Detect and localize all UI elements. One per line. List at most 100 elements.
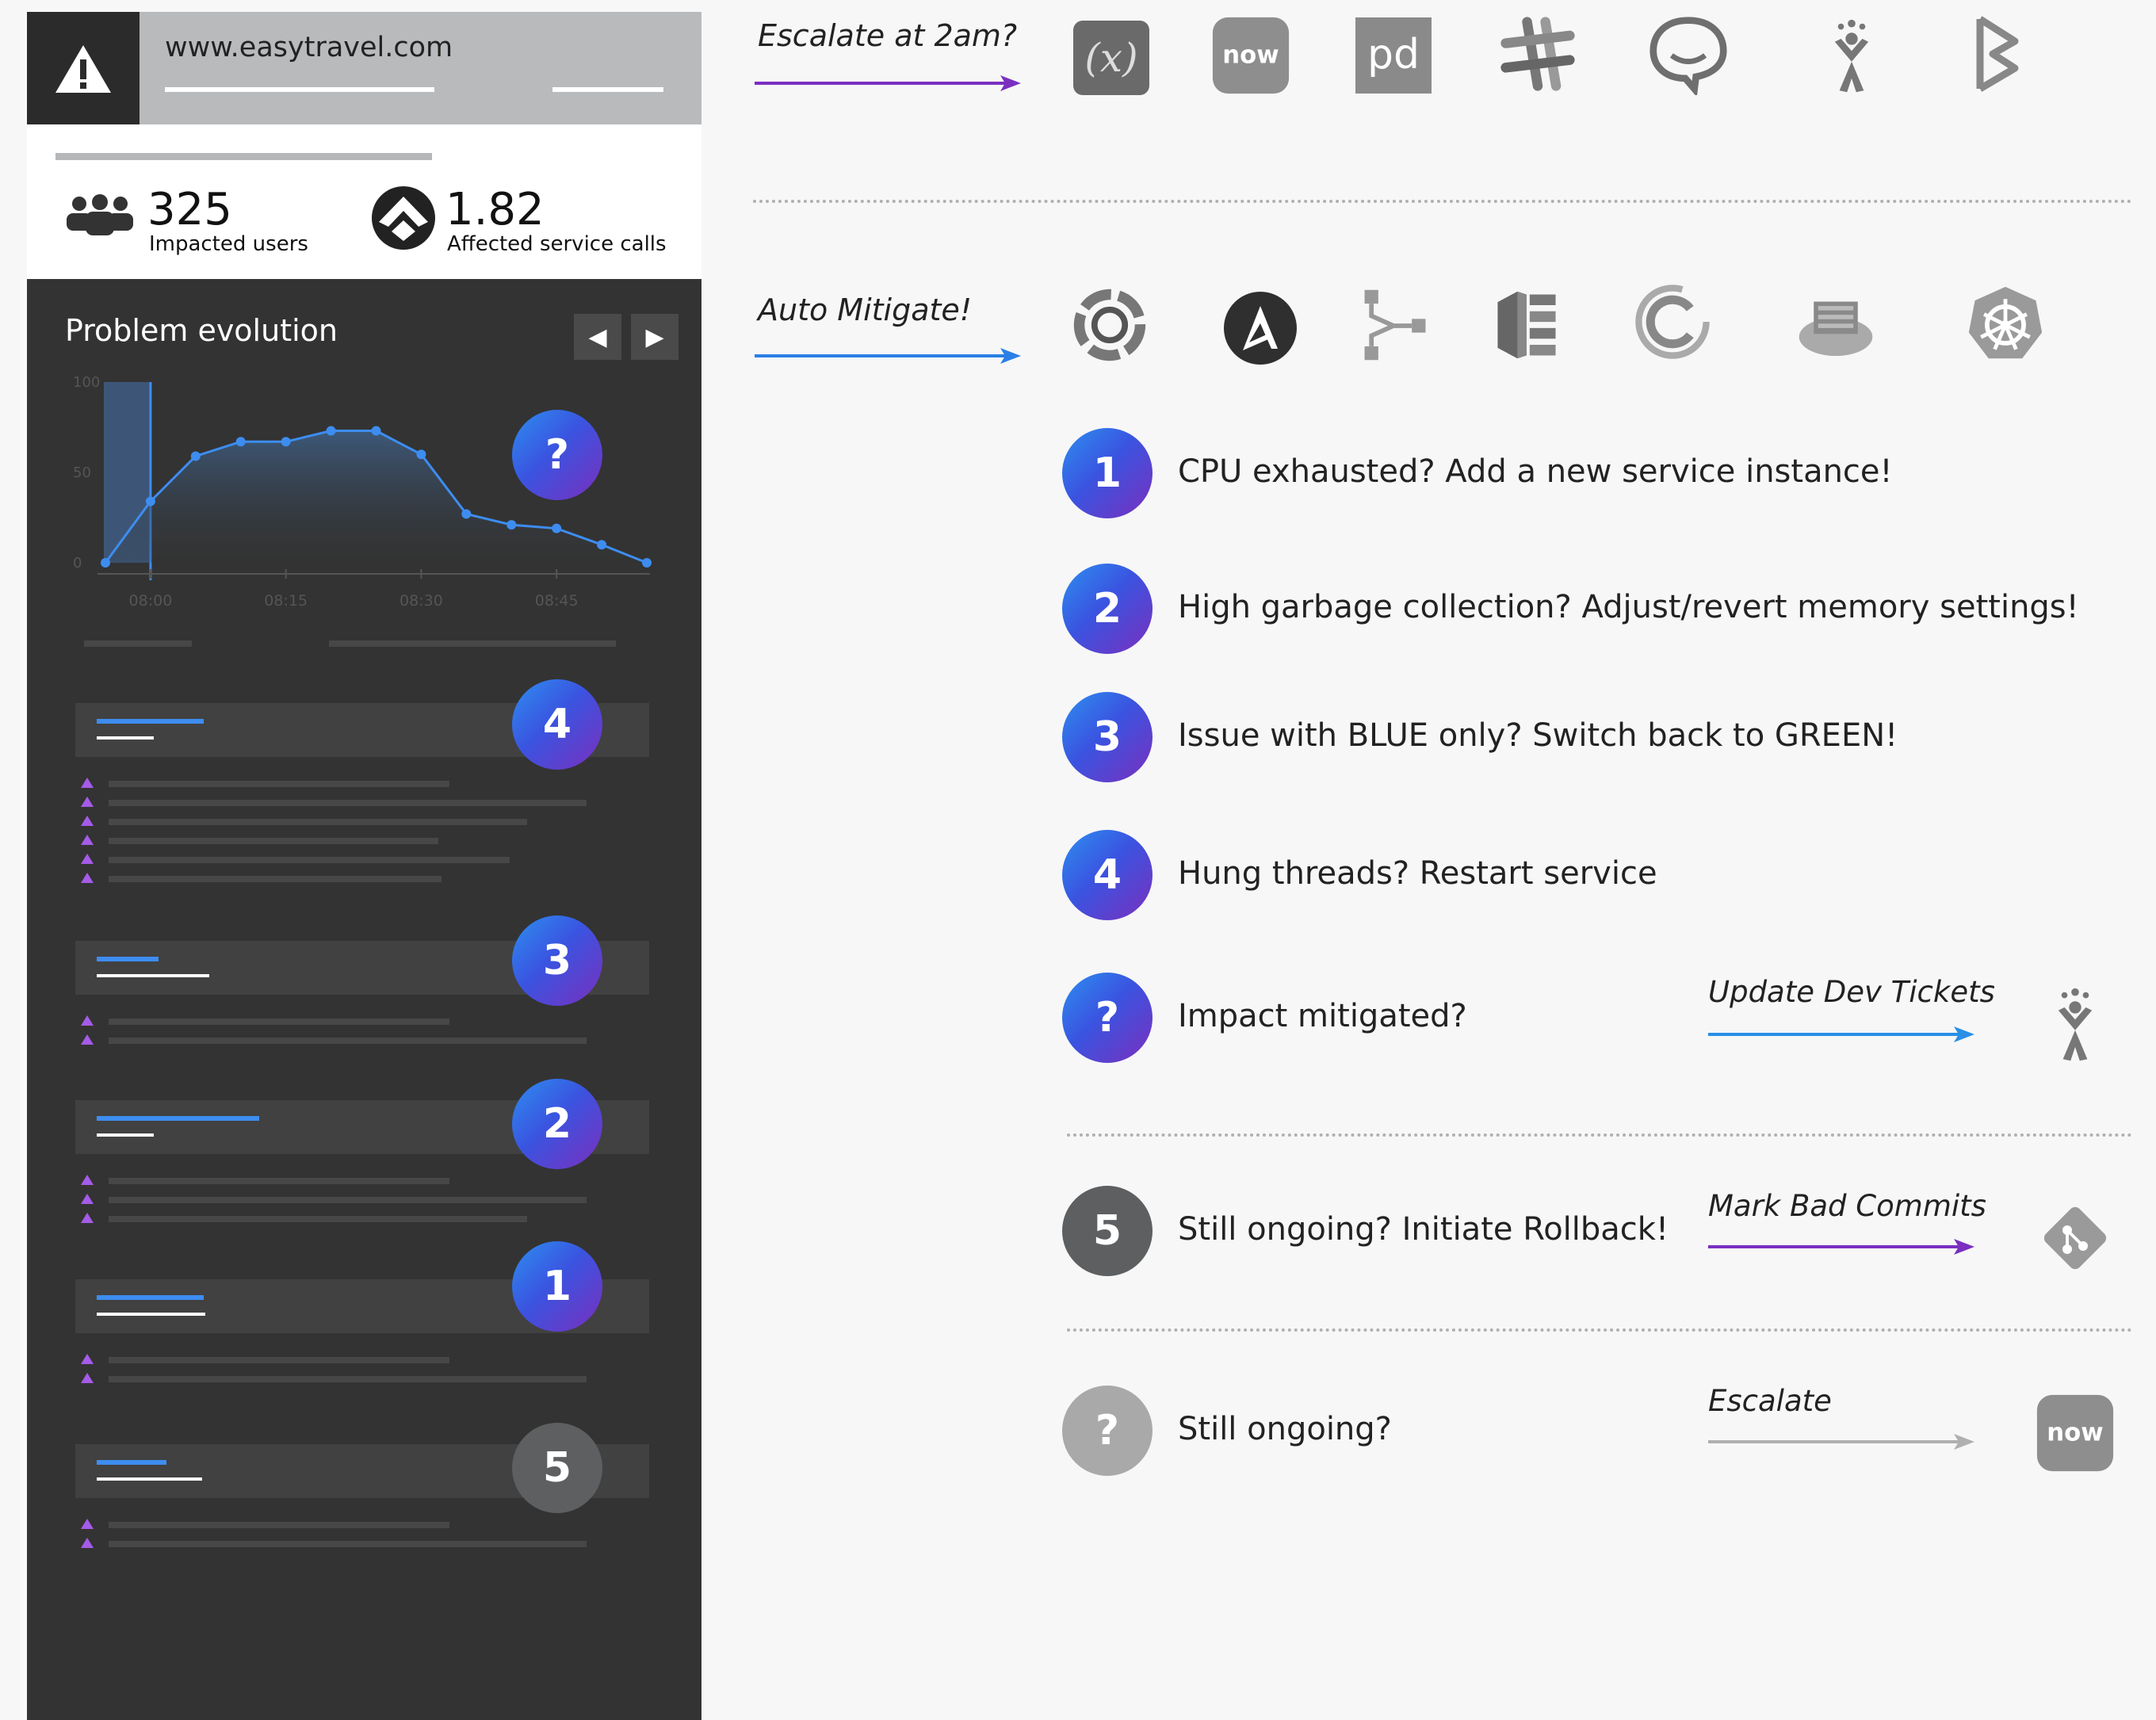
event-marker-icon <box>81 854 94 864</box>
step-badge-5[interactable]: ? <box>1062 973 1153 1063</box>
step-text-7: Still ongoing? <box>1178 1411 1392 1447</box>
chart-point <box>507 520 517 530</box>
service-calls-label: Affected service calls <box>447 232 667 256</box>
event-badge-4[interactable]: 4 <box>512 679 602 770</box>
event-marker-icon <box>81 1519 94 1529</box>
event-detail-line <box>109 1522 449 1528</box>
cloud-function-icon[interactable] <box>1355 285 1435 365</box>
escalate-final-arrow <box>1708 1434 1974 1450</box>
ibm-cloud-icon[interactable] <box>1796 287 1875 366</box>
header-bar <box>165 87 434 92</box>
header-bar <box>552 87 663 92</box>
event-badge-2[interactable]: 2 <box>512 1079 602 1169</box>
event-detail-line <box>109 1178 449 1184</box>
slack-icon[interactable] <box>1498 14 1577 94</box>
x-tick-label: 08:30 <box>399 592 443 610</box>
event-title-bar <box>97 1295 204 1300</box>
event-marker-icon <box>81 797 94 807</box>
event-detail-line <box>109 1376 587 1382</box>
aws-icon[interactable] <box>1487 285 1566 365</box>
chart-point <box>642 558 652 568</box>
git-icon[interactable] <box>2036 1198 2115 1278</box>
xmatters-icon[interactable]: (x) <box>1072 17 1151 97</box>
event-marker-icon <box>81 1015 94 1026</box>
chart-point <box>416 449 426 460</box>
event-badge-1[interactable]: 1 <box>512 1241 602 1332</box>
event-marker-icon <box>81 1194 94 1204</box>
pagerduty-icon[interactable]: pd <box>1354 16 1433 95</box>
event-detail-line <box>109 800 587 806</box>
service-calls-icon <box>372 186 435 250</box>
event-title-bar <box>97 1116 259 1121</box>
separator <box>1067 1328 2132 1332</box>
event-detail-line <box>109 1216 527 1222</box>
x-tick-label: 08:15 <box>264 592 308 610</box>
chart-point <box>371 426 381 436</box>
y-tick-label: 100 <box>73 374 100 391</box>
step-text-3: Issue with BLUE only? Switch back to GRE… <box>1178 717 1898 754</box>
update-tickets-label: Update Dev Tickets <box>1708 975 1995 1009</box>
event-subtitle-bar <box>97 974 209 977</box>
step-text-6: Still ongoing? Initiate Rollback! <box>1178 1211 1669 1248</box>
prev-button[interactable]: ◀ <box>574 314 621 360</box>
impacted-users-label: Impacted users <box>149 232 308 256</box>
step-badge-2[interactable]: 2 <box>1062 564 1153 654</box>
warning-icon <box>55 45 111 93</box>
event-detail-line <box>109 876 442 882</box>
chef-icon[interactable] <box>1633 282 1712 361</box>
servicenow-escalate-text: now <box>2047 1419 2103 1447</box>
warning-box <box>27 12 140 124</box>
event-badge-3[interactable]: 3 <box>512 915 602 1006</box>
chart-point <box>235 437 246 447</box>
event-detail-line <box>109 1197 587 1203</box>
event-marker-icon <box>81 1175 94 1185</box>
event-title-bar <box>97 719 204 724</box>
separator <box>753 200 2132 203</box>
chart-point <box>101 558 110 568</box>
chart-point <box>281 437 291 447</box>
hipchat-icon[interactable] <box>1649 14 1728 95</box>
stackstorm-icon[interactable] <box>1958 14 2037 94</box>
event-detail-line <box>109 1019 449 1025</box>
event-marker-icon <box>81 1034 94 1045</box>
event-detail-line <box>109 819 527 825</box>
servicenow-escalate-icon[interactable]: now <box>2036 1393 2115 1473</box>
chart-question-badge[interactable]: ? <box>512 410 602 500</box>
event-title-bar <box>97 957 159 961</box>
placeholder-line <box>84 640 192 647</box>
spinnaker-icon[interactable] <box>1070 285 1149 365</box>
event-marker-icon <box>81 816 94 826</box>
ansible-icon[interactable] <box>1221 289 1300 368</box>
event-subtitle-bar <box>97 736 154 740</box>
chart-point <box>552 523 562 533</box>
next-button[interactable]: ▶ <box>631 314 679 360</box>
event-badge-5[interactable]: 5 <box>512 1423 602 1513</box>
escalate-arrow <box>755 75 1021 91</box>
jira-ticket-icon[interactable] <box>2036 986 2115 1065</box>
xmatters-text: (x) <box>1084 35 1137 81</box>
step-badge-4[interactable]: 4 <box>1062 830 1153 920</box>
event-marker-icon <box>81 873 94 883</box>
y-tick-label: 0 <box>73 555 82 571</box>
event-marker-icon <box>81 835 94 845</box>
step-badge-1[interactable]: 1 <box>1062 428 1153 518</box>
step-badge-6[interactable]: 5 <box>1062 1186 1153 1276</box>
jira-icon[interactable] <box>1812 17 1891 97</box>
event-title-bar <box>97 1460 166 1465</box>
x-tick-label: 08:45 <box>535 592 579 610</box>
event-detail-line <box>109 838 438 844</box>
event-marker-icon <box>81 1213 94 1223</box>
step-badge-3[interactable]: 3 <box>1062 692 1153 782</box>
evolution-title: Problem evolution <box>65 313 338 348</box>
kubernetes-icon[interactable] <box>1966 284 2045 363</box>
event-marker-icon <box>81 1538 94 1548</box>
chart-point <box>145 496 155 506</box>
step-text-2: High garbage collection? Adjust/revert m… <box>1178 589 2079 625</box>
step-badge-7[interactable]: ? <box>1062 1386 1153 1476</box>
event-subtitle-bar <box>97 1133 154 1137</box>
update-tickets-arrow <box>1708 1026 1974 1042</box>
event-detail-line <box>109 1038 587 1044</box>
servicenow-icon[interactable]: now <box>1211 16 1290 95</box>
event-subtitle-bar <box>97 1477 202 1481</box>
site-name[interactable]: www.easytravel.com <box>165 32 453 63</box>
